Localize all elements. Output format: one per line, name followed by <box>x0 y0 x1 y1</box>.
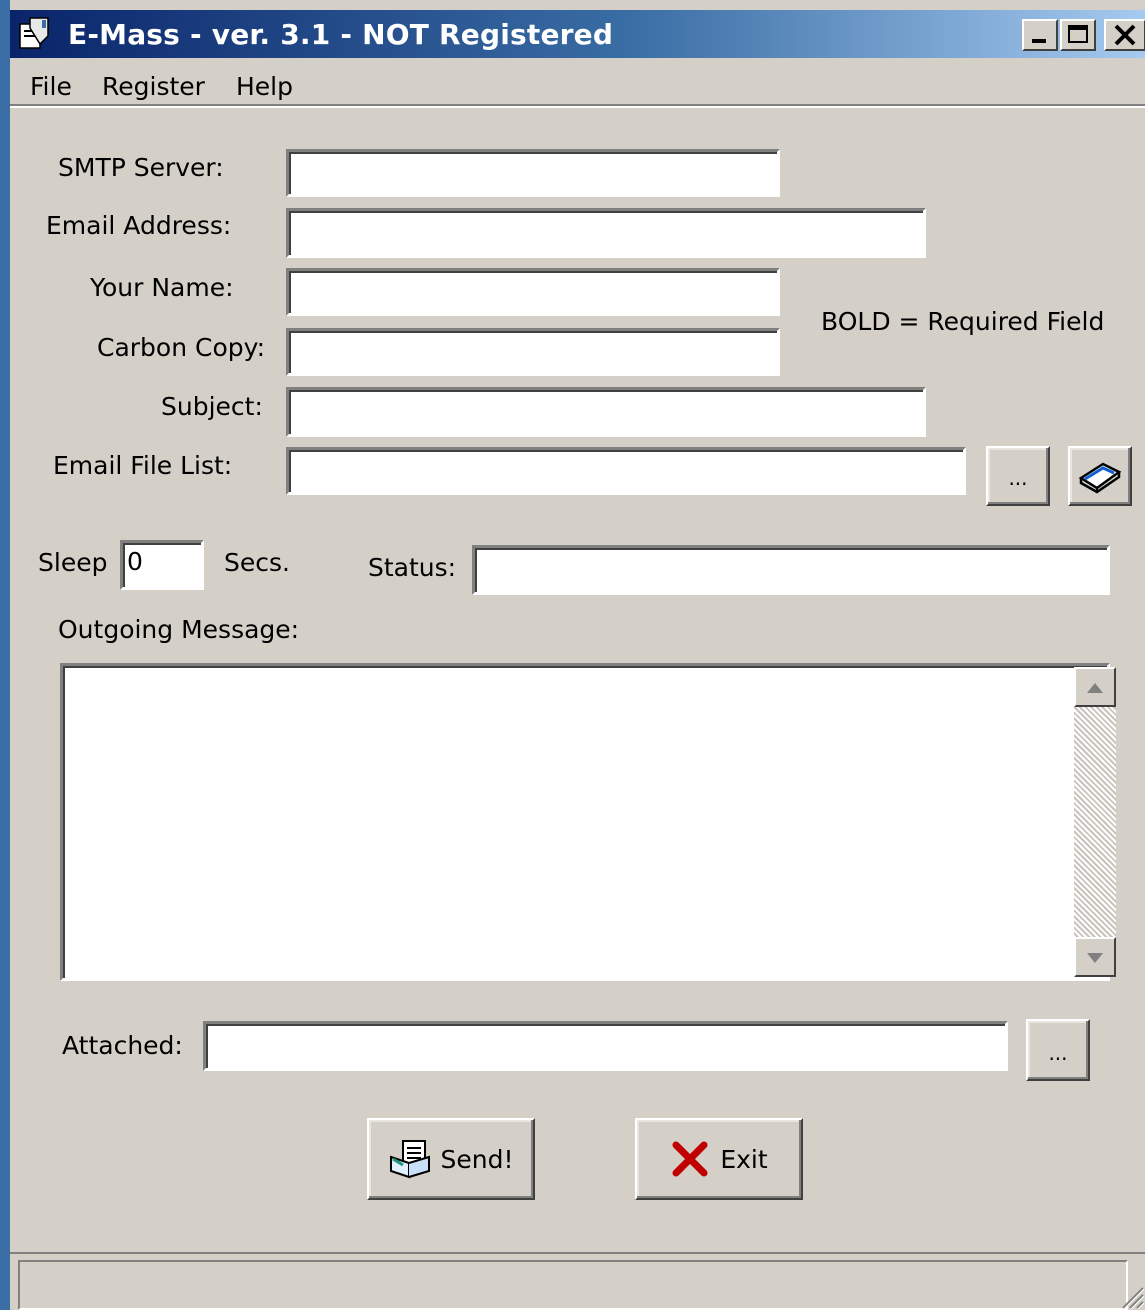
status-bar <box>10 1252 1145 1310</box>
address-book-button[interactable] <box>1068 446 1132 506</box>
minimize-icon <box>1032 39 1046 43</box>
sleep-label: Sleep <box>38 548 108 577</box>
exit-button[interactable]: Exit <box>635 1118 803 1200</box>
status-bar-panel <box>18 1260 1128 1310</box>
status-label: Status: <box>368 553 457 582</box>
smtp-server-input[interactable] <box>286 149 780 197</box>
menu-bar: File Register Help <box>10 58 1145 108</box>
window-title: E-Mass - ver. 3.1 - NOT Registered <box>68 18 614 51</box>
message-scrollbar[interactable] <box>1074 667 1116 977</box>
secs-label: Secs. <box>224 548 290 577</box>
outgoing-message-label: Outgoing Message: <box>58 615 300 644</box>
maximize-button[interactable] <box>1060 19 1096 51</box>
book-icon <box>1078 462 1122 494</box>
send-label: Send! <box>440 1144 514 1174</box>
send-button[interactable]: Send! <box>367 1118 535 1200</box>
sleep-value: 0 <box>127 547 143 576</box>
exit-label: Exit <box>720 1144 768 1174</box>
resize-grip-icon[interactable] <box>1117 1282 1145 1310</box>
menu-help[interactable]: Help <box>236 72 293 101</box>
outgoing-message-textarea[interactable] <box>60 663 1110 981</box>
scroll-up-button[interactable] <box>1074 667 1116 707</box>
exit-x-icon <box>672 1141 708 1177</box>
menu-file[interactable]: File <box>30 72 72 101</box>
maximize-icon <box>1068 25 1088 43</box>
scroll-down-button[interactable] <box>1074 937 1116 977</box>
minimize-button[interactable] <box>1022 19 1058 51</box>
arrow-down-icon <box>1087 953 1103 963</box>
attach-browse-label: ... <box>1048 1041 1068 1065</box>
send-mail-icon <box>389 1140 430 1179</box>
your-name-input[interactable] <box>286 268 780 316</box>
app-icon <box>19 17 49 49</box>
title-bar[interactable]: E-Mass - ver. 3.1 - NOT Registered <box>10 10 1145 58</box>
carbon-copy-label: Carbon Copy: <box>97 333 266 362</box>
status-field <box>472 545 1110 595</box>
close-icon <box>1114 24 1136 46</box>
menu-register[interactable]: Register <box>102 72 205 101</box>
carbon-copy-input[interactable] <box>286 328 780 376</box>
required-field-note: BOLD = Required Field <box>821 307 1105 336</box>
email-address-input[interactable] <box>286 208 926 258</box>
your-name-label: Your Name: <box>90 273 234 302</box>
email-file-list-label: Email File List: <box>53 451 233 480</box>
arrow-up-icon <box>1087 683 1103 693</box>
close-button[interactable] <box>1104 19 1145 51</box>
subject-input[interactable] <box>286 387 926 437</box>
app-window: E-Mass - ver. 3.1 - NOT Registered File … <box>0 0 1145 1310</box>
smtp-server-label: SMTP Server: <box>58 153 224 182</box>
sleep-input[interactable]: 0 <box>120 540 204 590</box>
email-address-label: Email Address: <box>46 211 232 240</box>
browse-label: ... <box>1008 466 1028 490</box>
file-list-browse-button[interactable]: ... <box>986 446 1050 506</box>
attached-input[interactable] <box>203 1021 1008 1071</box>
attached-label: Attached: <box>62 1031 183 1060</box>
attach-browse-button[interactable]: ... <box>1026 1019 1090 1081</box>
subject-label: Subject: <box>161 392 263 421</box>
email-file-list-input[interactable] <box>286 447 966 495</box>
